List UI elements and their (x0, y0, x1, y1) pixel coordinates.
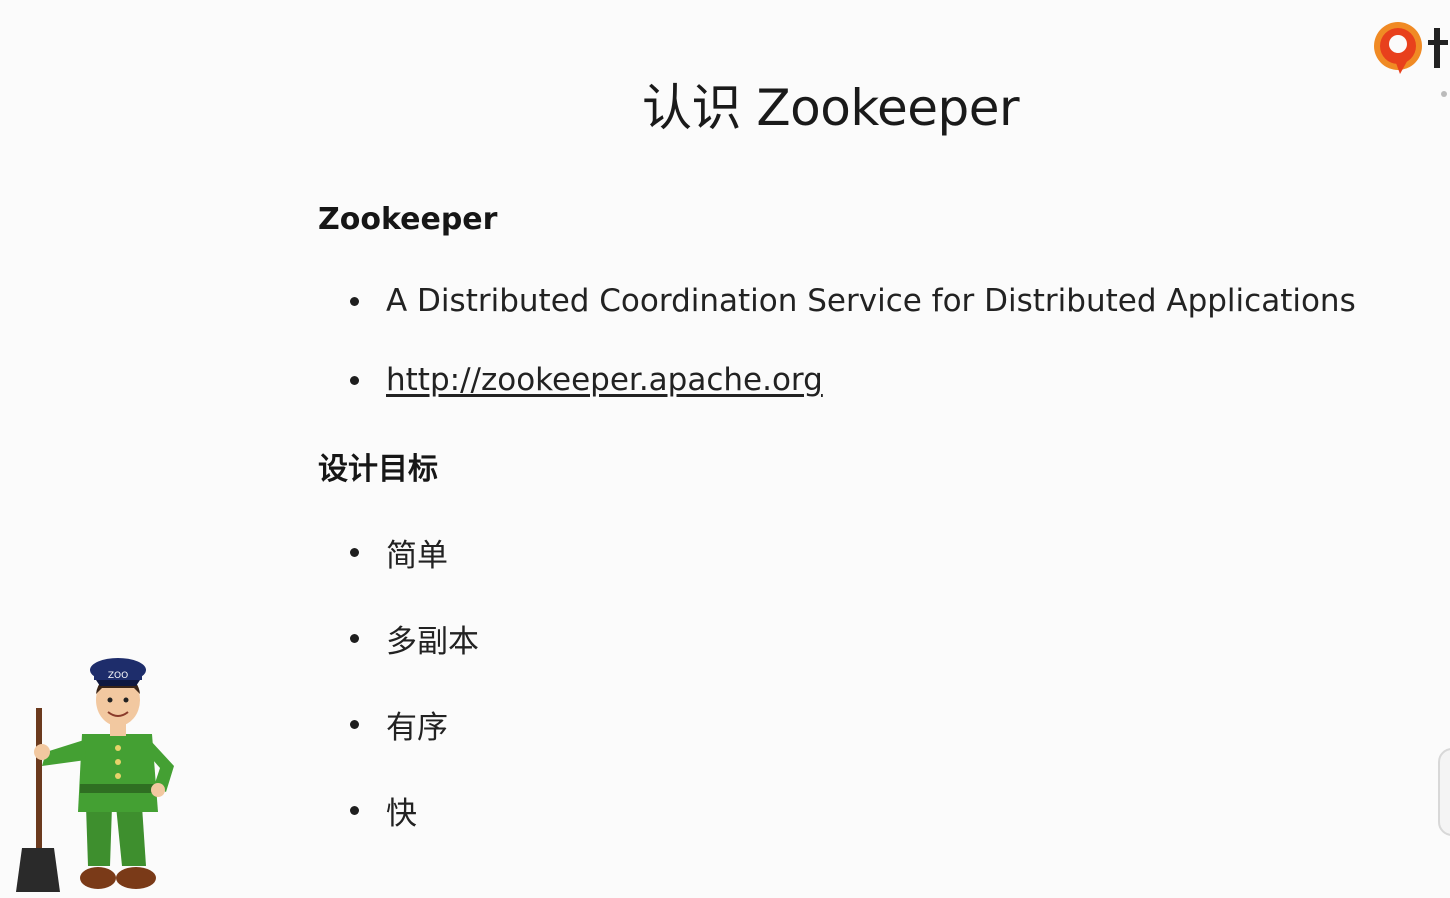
list-item: 多副本 (350, 616, 479, 661)
list-item-text: 有序 (386, 710, 448, 746)
zookeeper-mascot-icon: ZOO (16, 656, 188, 894)
list-item: A Distributed Coordination Service for D… (350, 283, 1356, 319)
slide-title: 认识 Zookeeper (642, 79, 1020, 137)
list-item-link[interactable]: http://zookeeper.apache.org (350, 362, 823, 398)
bullet-icon (350, 375, 359, 385)
section-heading-zookeeper: Zookeeper (318, 202, 498, 237)
bullet-icon (350, 634, 359, 643)
zookeeper-url-link[interactable]: http://zookeeper.apache.org (386, 362, 823, 398)
list-item: 简单 (350, 530, 448, 575)
bullet-icon (350, 296, 359, 306)
list-item-text: A Distributed Coordination Service for D… (386, 283, 1356, 319)
list-item-text: 快 (386, 796, 417, 832)
list-item: 有序 (350, 702, 448, 747)
side-panel-handle[interactable] (1438, 748, 1450, 836)
bullet-icon (350, 720, 359, 729)
list-item-text: 简单 (386, 538, 448, 574)
bullet-icon (350, 806, 359, 815)
brand-logo-icon (1370, 16, 1450, 106)
bullet-icon (350, 548, 359, 557)
mascot-hat-label: ZOO (108, 671, 128, 681)
section-heading-design-goals: 设计目标 (318, 452, 438, 487)
list-item-text: 多副本 (386, 624, 479, 660)
list-item: 快 (350, 788, 417, 833)
